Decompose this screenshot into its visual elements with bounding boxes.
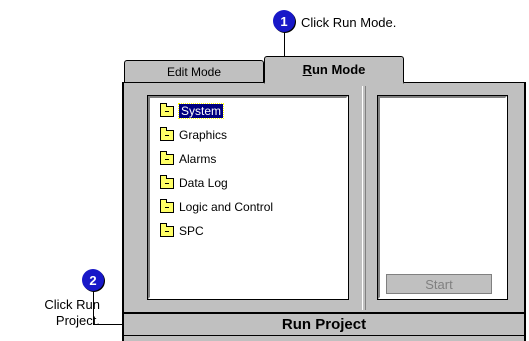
callout-1-text: Click Run Mode. <box>301 15 397 30</box>
tab-edit-mode-label: Edit Mode <box>166 64 222 79</box>
tree-item-system[interactable]: System <box>160 102 225 120</box>
start-button[interactable]: Start <box>386 274 492 294</box>
project-tree-panel[interactable]: System Graphics Alarms Data Log Logic an… <box>147 95 349 300</box>
tree-item-label: SPC <box>179 224 204 238</box>
tree-item-label: Data Log <box>179 176 228 190</box>
tab-run-mode-label: Run Mode <box>302 62 366 77</box>
folder-icon <box>160 102 174 117</box>
run-project-button[interactable]: Run Project <box>124 312 524 336</box>
callout-2-leader-vertical <box>93 291 94 324</box>
tree-item-data-log[interactable]: Data Log <box>160 174 228 192</box>
tab-run-mode[interactable]: Run Mode <box>264 56 404 84</box>
tree-item-spc[interactable]: SPC <box>160 222 204 240</box>
folder-icon <box>160 222 174 237</box>
folder-icon <box>160 150 174 165</box>
tree-item-label: Alarms <box>179 152 217 166</box>
tree-item-alarms[interactable]: Alarms <box>160 150 216 168</box>
tree-item-label: Logic and Control <box>179 200 274 214</box>
run-project-label: Run Project <box>281 316 367 333</box>
panel-separator[interactable] <box>362 86 366 310</box>
folder-icon <box>160 198 174 213</box>
callout-1-badge: 1 <box>273 10 295 32</box>
folder-icon <box>160 174 174 189</box>
tree-item-graphics[interactable]: Graphics <box>160 126 227 144</box>
callout-2-line2: Project. <box>55 313 100 328</box>
callout-2-text: Click Run Project. <box>30 297 100 329</box>
tree-item-label: System <box>177 103 225 119</box>
folder-icon <box>160 126 174 141</box>
tab-underline-gap <box>265 82 403 84</box>
callout-2-line1: Click Run <box>44 297 100 312</box>
tree-item-label: Graphics <box>179 128 228 142</box>
detail-panel <box>377 95 508 300</box>
tab-edit-mode[interactable]: Edit Mode <box>124 60 264 82</box>
tree-item-logic-and-control[interactable]: Logic and Control <box>160 198 273 216</box>
callout-2-badge: 2 <box>82 269 104 291</box>
